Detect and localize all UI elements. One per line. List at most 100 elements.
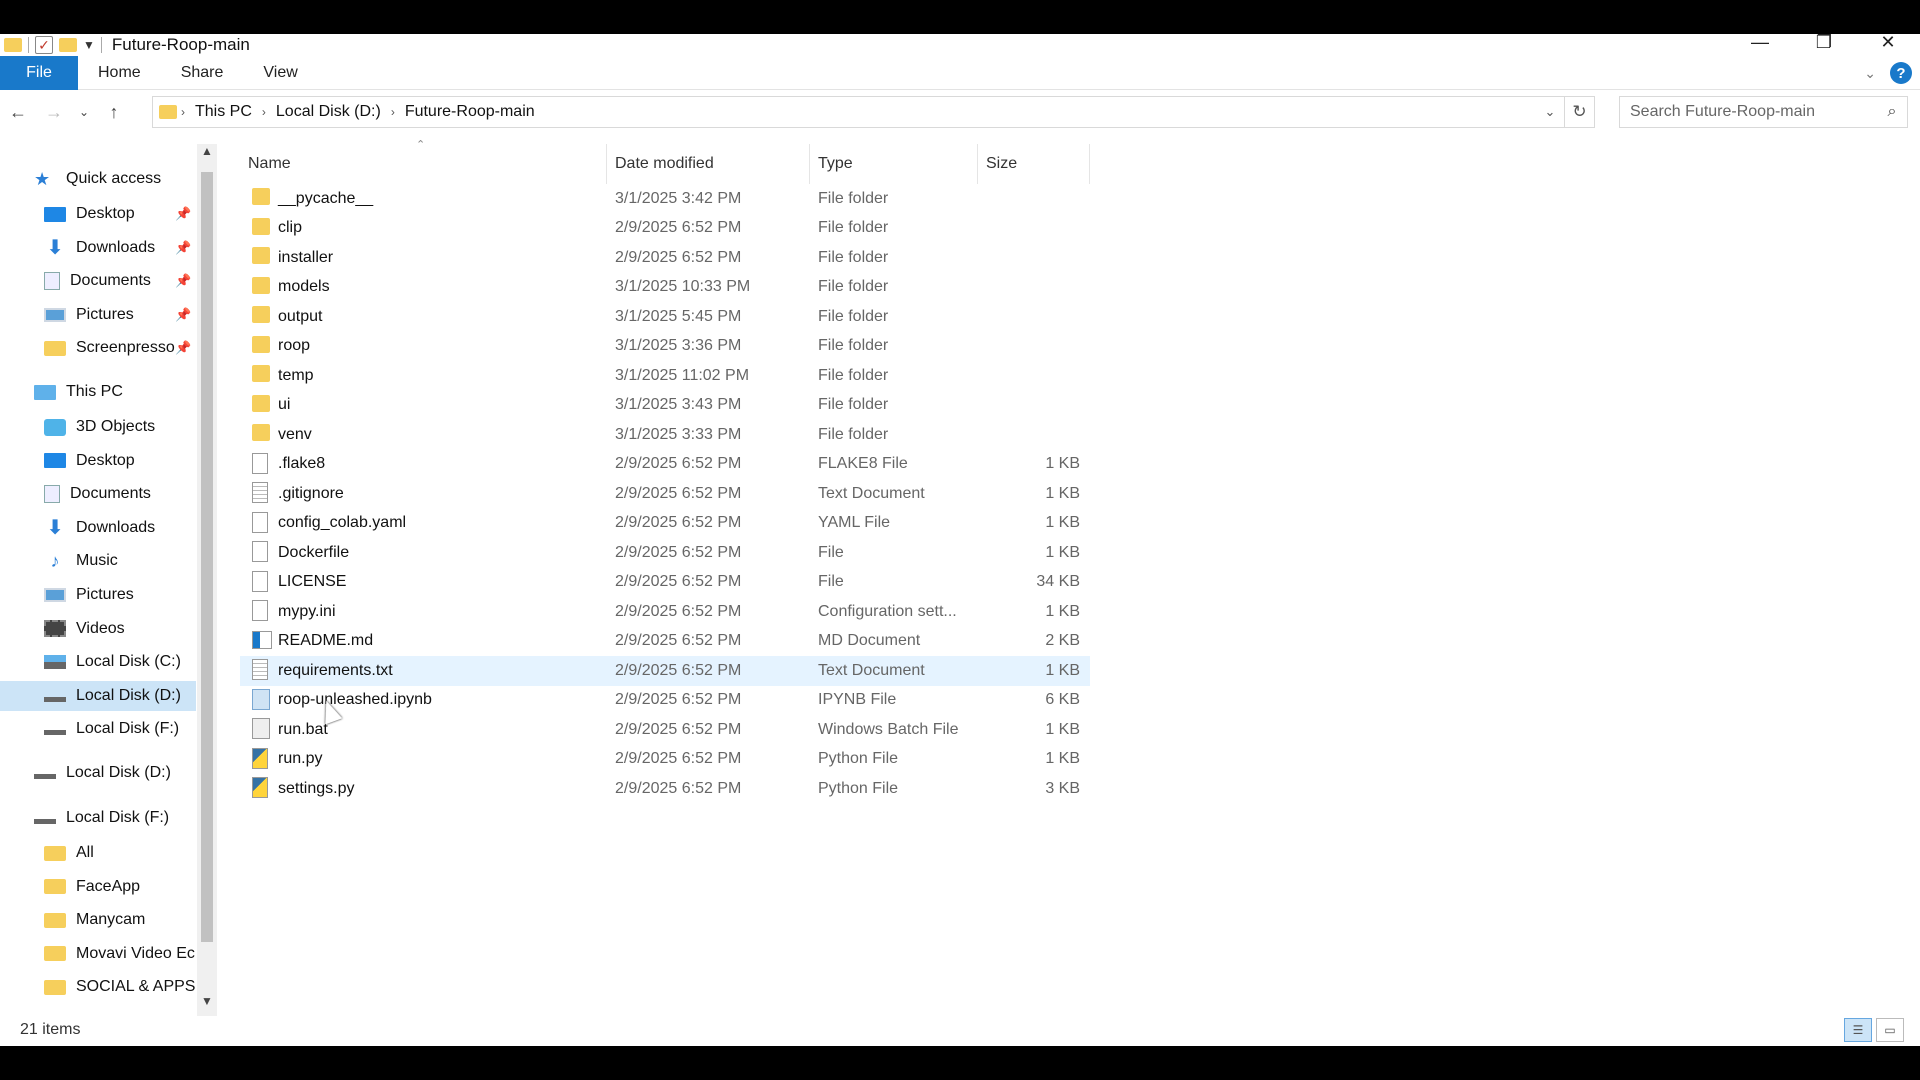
status-bar: 21 items ☰ ▭ [0, 1014, 1920, 1046]
chevron-right-icon[interactable]: › [391, 105, 395, 119]
sidebar-item-music[interactable]: ♪ Music [0, 546, 196, 576]
search-icon[interactable]: ⌕ [1877, 103, 1907, 121]
pin-icon[interactable]: 📌 [175, 340, 191, 356]
sidebar-item-quick-access[interactable]: ★ Quick access [0, 164, 196, 194]
table-row[interactable]: .gitignore 2/9/2025 6:52 PM Text Document 1… [240, 479, 1090, 509]
sidebar-item-documents[interactable]: Documents 📌 [0, 266, 196, 296]
search-input[interactable]: Search Future-Roop-main ⌕ [1619, 96, 1908, 128]
table-row[interactable]: README.md 2/9/2025 6:52 PM MD Document 2 KB [240, 627, 1090, 657]
scroll-up-icon[interactable]: ▲ [197, 144, 217, 166]
sidebar-item-local-disk-f[interactable]: Local Disk (F:) [0, 714, 196, 744]
table-row[interactable]: .flake8 2/9/2025 6:52 PM FLAKE8 File 1 KB [240, 450, 1090, 480]
sidebar-item-local-disk-c[interactable]: Local Disk (C:) [0, 647, 196, 677]
table-row[interactable]: LICENSE 2/9/2025 6:52 PM File 34 KB [240, 568, 1090, 598]
table-row[interactable]: config_colab.yaml 2/9/2025 6:52 PM YAML Fi… [240, 509, 1090, 539]
sidebar-item-pictures[interactable]: Pictures [0, 580, 196, 610]
sidebar-item-local-disk-f[interactable]: Local Disk (F:) [0, 803, 196, 833]
table-row[interactable]: clip 2/9/2025 6:52 PM File folder [240, 214, 1090, 244]
sidebar-item-local-disk-d[interactable]: Local Disk (D:) [0, 758, 196, 788]
table-row[interactable]: mypy.ini 2/9/2025 6:52 PM Configuration se… [240, 597, 1090, 627]
sidebar-item-faceapp[interactable]: FaceApp [0, 872, 196, 902]
sidebar-item-downloads[interactable]: ⬇ Downloads [0, 513, 196, 543]
column-header-type[interactable]: Type [810, 144, 978, 184]
pin-icon[interactable]: 📌 [175, 240, 191, 256]
sidebar-item-documents[interactable]: Documents [0, 479, 196, 509]
table-row[interactable]: run.py 2/9/2025 6:52 PM Python File 1 KB [240, 745, 1090, 775]
refresh-icon[interactable]: ↻ [1564, 97, 1594, 127]
sidebar-item-3d-objects[interactable]: 3D Objects [0, 412, 196, 442]
file-type: File [818, 573, 844, 591]
address-actions: ⌄ ↻ [1536, 97, 1594, 127]
breadcrumb-this-pc[interactable]: This PC [195, 103, 252, 121]
sidebar-item-videos[interactable]: Videos [0, 614, 196, 644]
table-row[interactable]: settings.py 2/9/2025 6:52 PM Python File 3 … [240, 774, 1090, 804]
table-row[interactable]: ui 3/1/2025 3:43 PM File folder [240, 391, 1090, 421]
chevron-right-icon[interactable]: › [262, 105, 266, 119]
navigation-scrollbar[interactable]: ▲ ▼ [197, 144, 217, 1016]
sidebar-item-desktop[interactable]: Desktop 📌 [0, 199, 196, 229]
sidebar-item-this-pc[interactable]: This PC [0, 377, 196, 407]
address-bar[interactable]: › This PC › Local Disk (D:) › Future-Roo… [152, 96, 1595, 128]
breadcrumb-future-roop-main[interactable]: Future-Roop-main [405, 103, 535, 121]
sidebar-item-manycam[interactable]: Manycam [0, 905, 196, 935]
pin-icon[interactable]: 📌 [175, 273, 191, 289]
drive-icon [44, 690, 66, 702]
tab-file[interactable]: File [0, 55, 78, 90]
folder-icon [44, 979, 66, 995]
sidebar-item-label: Pictures [76, 305, 134, 323]
pin-icon[interactable]: 📌 [175, 206, 191, 222]
new-folder-icon[interactable] [59, 38, 77, 52]
table-row[interactable]: venv 3/1/2025 3:33 PM File folder [240, 420, 1090, 450]
up-icon[interactable]: ↑ [96, 102, 132, 123]
table-row[interactable]: installer 2/9/2025 6:52 PM File folder [240, 243, 1090, 273]
pin-icon[interactable]: 📌 [175, 307, 191, 323]
pictures-icon [44, 588, 66, 602]
date-modified: 2/9/2025 6:52 PM [615, 514, 742, 532]
back-icon[interactable]: ← [0, 102, 36, 123]
table-row[interactable]: roop 3/1/2025 3:36 PM File folder [240, 332, 1090, 362]
customize-toolbar-icon[interactable]: ▼ [83, 38, 95, 52]
date-modified: 3/1/2025 3:36 PM [615, 337, 742, 355]
sidebar-item-desktop[interactable]: Desktop [0, 446, 196, 476]
minimize-button[interactable]: — [1728, 28, 1792, 56]
sidebar-item-social-apps[interactable]: SOCIAL & APPS [0, 972, 196, 1002]
scroll-down-icon[interactable]: ▼ [197, 994, 217, 1016]
breadcrumb-local-disk-d[interactable]: Local Disk (D:) [276, 103, 381, 121]
sidebar-item-local-disk-d[interactable]: Local Disk (D:) [0, 680, 196, 711]
chevron-down-icon[interactable]: ⌄ [1536, 104, 1564, 120]
table-row[interactable]: requirements.txt 2/9/2025 6:52 PM Text Doc… [240, 656, 1090, 686]
table-row[interactable]: __pycache__ 3/1/2025 3:42 PM File folder [240, 184, 1090, 214]
chevron-right-icon[interactable]: › [181, 105, 185, 119]
table-row[interactable]: models 3/1/2025 10:33 PM File folder [240, 273, 1090, 303]
folder-icon [252, 276, 270, 294]
column-header-size[interactable]: Size [978, 144, 1090, 184]
tab-view[interactable]: View [243, 64, 317, 82]
file-type: File folder [818, 396, 889, 414]
tab-share[interactable]: Share [161, 64, 244, 82]
sidebar-item-all[interactable]: All [0, 838, 196, 868]
table-row[interactable]: output 3/1/2025 5:45 PM File folder [240, 302, 1090, 332]
column-header-date-modified[interactable]: Date modified [607, 144, 810, 184]
sidebar-item-pictures[interactable]: Pictures 📌 [0, 300, 196, 330]
file-type: Python File [818, 750, 899, 768]
recent-locations-icon[interactable]: ⌄ [72, 105, 96, 119]
sidebar-item-label: Documents [70, 272, 151, 290]
sidebar-item-movavi-video-ec[interactable]: Movavi Video Ec [0, 939, 196, 969]
sidebar-item-screenpresso[interactable]: Screenpresso 📌 [0, 333, 196, 363]
large-icons-view-icon[interactable]: ▭ [1876, 1018, 1904, 1042]
properties-icon[interactable]: ✓ [35, 36, 53, 54]
table-row[interactable]: temp 3/1/2025 11:02 PM File folder [240, 361, 1090, 391]
help-icon[interactable]: ? [1890, 62, 1912, 84]
table-row[interactable]: Dockerfile 2/9/2025 6:52 PM File 1 KB [240, 538, 1090, 568]
music-icon: ♪ [50, 551, 60, 572]
table-row[interactable]: run.bat 2/9/2025 6:52 PM Windows Batch Fil… [240, 715, 1090, 745]
sidebar-item-downloads[interactable]: ⬇ Downloads 📌 [0, 233, 196, 263]
details-view-icon[interactable]: ☰ [1844, 1018, 1872, 1042]
table-row[interactable]: roop-unleashed.ipynb 2/9/2025 6:52 PM IPYN… [240, 686, 1090, 716]
expand-ribbon-icon[interactable]: ⌄ [1864, 65, 1876, 82]
forward-icon[interactable]: → [36, 102, 72, 123]
close-button[interactable]: ✕ [1856, 28, 1920, 56]
restore-button[interactable]: ❐ [1792, 28, 1856, 56]
tab-home[interactable]: Home [78, 64, 161, 82]
scroll-thumb[interactable] [201, 172, 213, 942]
